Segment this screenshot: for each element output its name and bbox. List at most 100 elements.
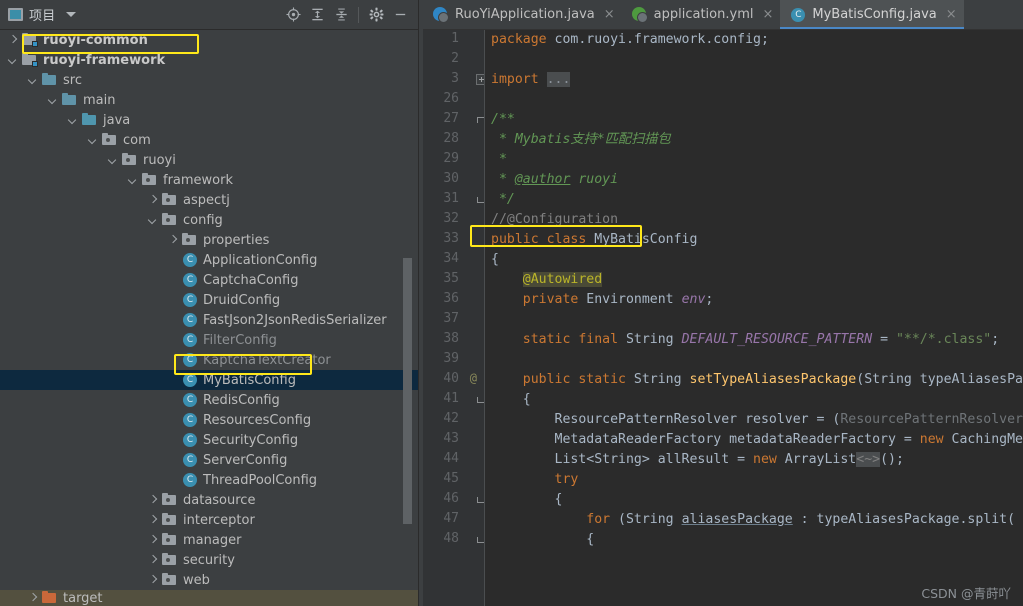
- code-line[interactable]: [485, 50, 1023, 70]
- code-line[interactable]: //@Configuration: [485, 210, 1023, 230]
- tree-item-securityconfig[interactable]: C SecurityConfig: [0, 430, 418, 450]
- editor-tab-application-yml[interactable]: application.yml ×: [622, 0, 781, 29]
- chevron-right-icon[interactable]: [28, 593, 39, 604]
- tree-item-druidconfig[interactable]: C DruidConfig: [0, 290, 418, 310]
- tree-item-ruoyi[interactable]: ruoyi: [0, 150, 418, 170]
- chevron-down-icon[interactable]: [108, 155, 119, 166]
- package-icon: [102, 132, 118, 148]
- code-line[interactable]: {: [485, 490, 1023, 510]
- chevron-right-icon[interactable]: [148, 535, 159, 546]
- tree-item-web[interactable]: web: [0, 570, 418, 590]
- code-line[interactable]: [485, 350, 1023, 370]
- tree-item-target[interactable]: target: [0, 590, 418, 606]
- chevron-down-icon[interactable]: [88, 135, 99, 146]
- tree-item-redisconfig[interactable]: C RedisConfig: [0, 390, 418, 410]
- chevron-down-icon[interactable]: [68, 115, 79, 126]
- code-editor[interactable]: 1 2 3 26 27 28 29 30 31 32 33 34 35 36 37 38 39 40 @41 42 43…: [423, 30, 1023, 606]
- chevron-down-icon[interactable]: [48, 95, 59, 106]
- minimize-icon[interactable]: [388, 3, 412, 27]
- close-icon[interactable]: ×: [946, 8, 957, 21]
- collapse-all-icon[interactable]: [329, 3, 353, 27]
- code-line[interactable]: * @author ruoyi: [485, 170, 1023, 190]
- tree-item-resourcesconfig[interactable]: C ResourcesConfig: [0, 410, 418, 430]
- code-line[interactable]: {: [485, 530, 1023, 550]
- tree-item-mybatisconfig[interactable]: C MyBatisConfig: [0, 370, 418, 390]
- code-line[interactable]: public static String setTypeAliasesPacka…: [485, 370, 1023, 390]
- editor-gutter[interactable]: 1 2 3 26 27 28 29 30 31 32 33 34 35 36 37 38 39 40 @41 42 43…: [423, 30, 487, 606]
- chevron-right-icon[interactable]: [8, 35, 19, 46]
- code-line[interactable]: static final String DEFAULT_RESOURCE_PAT…: [485, 330, 1023, 350]
- close-icon[interactable]: ×: [604, 8, 615, 21]
- tree-item-serverconfig[interactable]: C ServerConfig: [0, 450, 418, 470]
- tree-item-captchaconfig[interactable]: C CaptchaConfig: [0, 270, 418, 290]
- code-line[interactable]: package com.ruoyi.framework.config;: [485, 30, 1023, 50]
- project-tree-scrollbar-track[interactable]: [403, 30, 415, 606]
- tree-item-main[interactable]: main: [0, 90, 418, 110]
- project-title-group[interactable]: 项目: [8, 5, 76, 24]
- chevron-right-icon[interactable]: [148, 495, 159, 506]
- code-line[interactable]: for (String aliasesPackage : typeAliases…: [485, 510, 1023, 530]
- chevron-down-icon[interactable]: [148, 215, 159, 226]
- tree-item-kaptchatextcreator[interactable]: C KaptchaTextCreator: [0, 350, 418, 370]
- tree-item-datasource[interactable]: datasource: [0, 490, 418, 510]
- close-icon[interactable]: ×: [762, 8, 773, 21]
- project-tool-window: 项目 ruoyi-common ruoyi-framework src main…: [0, 0, 418, 606]
- line-number: 43: [443, 431, 459, 446]
- chevron-right-icon[interactable]: [148, 555, 159, 566]
- code-line[interactable]: /**: [485, 110, 1023, 130]
- editor-tab-mybatisconfig-java[interactable]: C MyBatisConfig.java ×: [780, 0, 964, 29]
- code-line[interactable]: List<String> allResult = new ArrayList<~…: [485, 450, 1023, 470]
- tree-item-interceptor[interactable]: interceptor: [0, 510, 418, 530]
- chevron-right-icon[interactable]: [148, 195, 159, 206]
- expand-all-icon[interactable]: [305, 3, 329, 27]
- code-line[interactable]: MetadataReaderFactory metadataReaderFact…: [485, 430, 1023, 450]
- code-line[interactable]: @Autowired: [485, 270, 1023, 290]
- chevron-down-icon[interactable]: [8, 55, 19, 66]
- gear-icon[interactable]: [364, 3, 388, 27]
- code-line[interactable]: try: [485, 470, 1023, 490]
- tree-item-com[interactable]: com: [0, 130, 418, 150]
- gutter-line: 29: [423, 150, 485, 170]
- chevron-right-icon[interactable]: [148, 515, 159, 526]
- code-text-area[interactable]: package com.ruoyi.framework.config; impo…: [485, 30, 1023, 606]
- code-line[interactable]: {: [485, 390, 1023, 410]
- package-icon: [162, 572, 178, 588]
- tree-item-filterconfig[interactable]: C FilterConfig: [0, 330, 418, 350]
- code-line[interactable]: private Environment env;: [485, 290, 1023, 310]
- chevron-down-icon[interactable]: [128, 175, 139, 186]
- override-marker-icon[interactable]: @: [470, 371, 477, 385]
- tree-item-src[interactable]: src: [0, 70, 418, 90]
- code-line[interactable]: import ...: [485, 70, 1023, 90]
- chevron-right-icon[interactable]: [168, 235, 179, 246]
- locate-target-icon[interactable]: [281, 3, 305, 27]
- code-line[interactable]: [485, 90, 1023, 110]
- chevron-down-icon[interactable]: [28, 75, 39, 86]
- code-line[interactable]: * Mybatis支持*匹配扫描包: [485, 130, 1023, 150]
- tree-item-fastjson2jsonredisserializer[interactable]: C FastJson2JsonRedisSerializer: [0, 310, 418, 330]
- project-tree-scrollbar-thumb[interactable]: [403, 258, 412, 524]
- tree-item-properties[interactable]: properties: [0, 230, 418, 250]
- editor-tab-label: MyBatisConfig.java: [812, 7, 937, 22]
- chevron-down-icon[interactable]: [65, 12, 76, 17]
- code-line[interactable]: *: [485, 150, 1023, 170]
- tree-item-manager[interactable]: manager: [0, 530, 418, 550]
- code-line[interactable]: [485, 310, 1023, 330]
- tree-item-label: ServerConfig: [203, 452, 288, 468]
- code-line[interactable]: */: [485, 190, 1023, 210]
- tree-item-security[interactable]: security: [0, 550, 418, 570]
- tree-item-framework[interactable]: framework: [0, 170, 418, 190]
- java-class-icon: C: [182, 452, 198, 468]
- tree-item-ruoyi-framework[interactable]: ruoyi-framework: [0, 50, 418, 70]
- project-tree[interactable]: ruoyi-common ruoyi-framework src main java co…: [0, 30, 418, 606]
- tree-item-config[interactable]: config: [0, 210, 418, 230]
- tree-item-threadpoolconfig[interactable]: C ThreadPoolConfig: [0, 470, 418, 490]
- editor-tab-ruoyiapplication-java[interactable]: RuoYiApplication.java ×: [423, 0, 622, 29]
- code-line[interactable]: public class MyBatisConfig: [485, 230, 1023, 250]
- code-line[interactable]: ResourcePatternResolver resolver = (Reso…: [485, 410, 1023, 430]
- chevron-right-icon[interactable]: [148, 575, 159, 586]
- tree-item-applicationconfig[interactable]: C ApplicationConfig: [0, 250, 418, 270]
- tree-item-aspectj[interactable]: aspectj: [0, 190, 418, 210]
- code-line[interactable]: {: [485, 250, 1023, 270]
- tree-item-ruoyi-common[interactable]: ruoyi-common: [0, 30, 418, 50]
- tree-item-java[interactable]: java: [0, 110, 418, 130]
